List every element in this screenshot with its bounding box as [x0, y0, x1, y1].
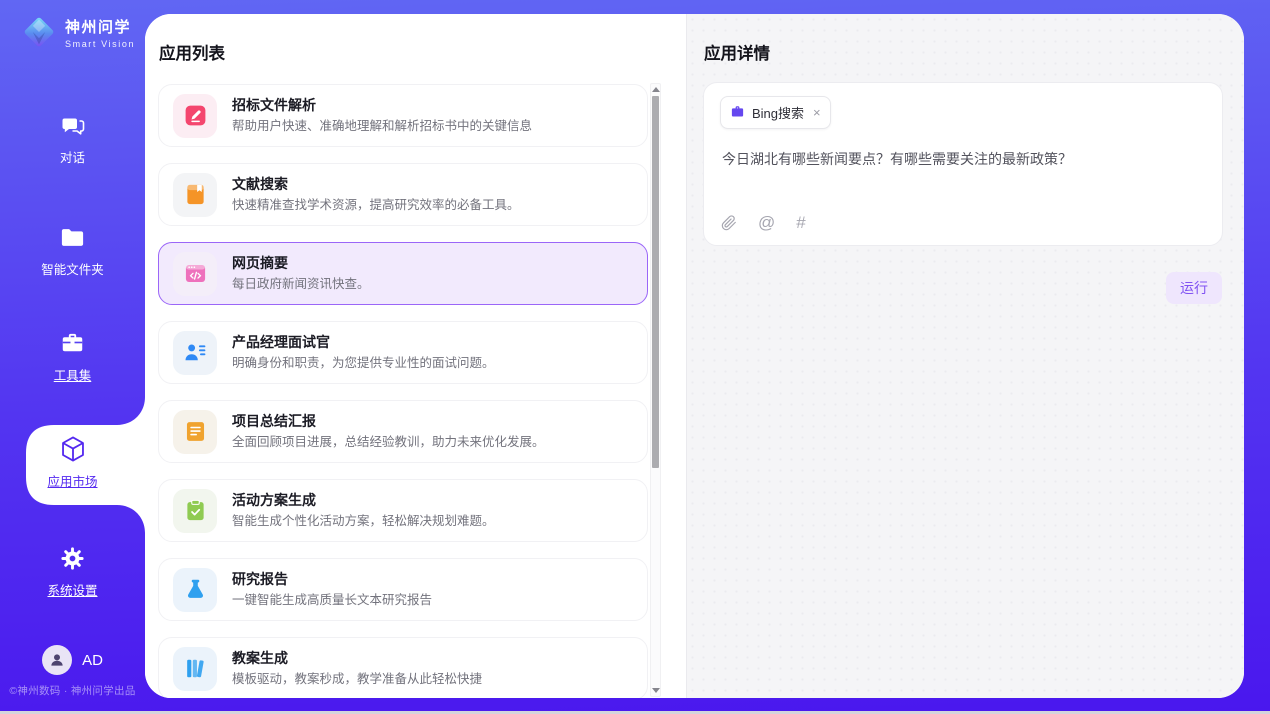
app-detail-pane: 应用详情 Bing搜索 × 今日湖北有哪些新闻要点？有哪些需要关注的最新政策？ …	[686, 14, 1244, 698]
edit-doc-icon	[173, 94, 217, 138]
sidebar-item-app-market[interactable]: 应用市场	[0, 434, 145, 490]
app-card-research-report[interactable]: 研究报告一键智能生成高质量长文本研究报告	[158, 558, 648, 621]
app-card-web-summary[interactable]: 网页摘要每日政府新闻资讯快查。	[158, 242, 648, 305]
toolbox-icon	[59, 328, 86, 358]
run-button[interactable]: 运行	[1166, 272, 1222, 304]
sidebar-item-chat[interactable]: 对话	[0, 110, 145, 166]
books-icon	[173, 647, 217, 691]
app-card-title: 网页摘要	[232, 256, 370, 270]
app-card-event-plan[interactable]: 活动方案生成智能生成个性化活动方案，轻松解决规划难题。	[158, 479, 648, 542]
prompt-input[interactable]: 今日湖北有哪些新闻要点？有哪些需要关注的最新政策？	[722, 150, 1204, 170]
tag-close-icon[interactable]: ×	[813, 105, 821, 120]
sidebar: 神州问学 Smart Vision 对话智能文件夹工具集应用市场系统设置 AD …	[0, 0, 145, 711]
research-icon	[173, 568, 217, 612]
app-card-desc: 智能生成个性化活动方案，轻松解决规划难题。	[232, 514, 495, 529]
app-card-title: 活动方案生成	[232, 493, 495, 507]
app-card-bid-analysis[interactable]: 招标文件解析帮助用户快速、准确地理解和解析招标书中的关键信息	[158, 84, 648, 147]
chat-icon	[59, 110, 87, 140]
app-detail-title: 应用详情	[704, 40, 770, 64]
brand-subtitle: Smart Vision	[65, 39, 135, 49]
sidebar-item-label: 智能文件夹	[41, 259, 104, 278]
app-list-pane: 应用列表 招标文件解析帮助用户快速、准确地理解和解析招标书中的关键信息文献搜索快…	[145, 14, 686, 698]
brand-name: 神州问学	[65, 20, 135, 37]
paperclip-icon[interactable]	[721, 215, 737, 231]
prompt-card: Bing搜索 × 今日湖北有哪些新闻要点？有哪些需要关注的最新政策？ @#	[703, 82, 1223, 246]
sidebar-item-label: 应用市场	[47, 471, 97, 490]
app-list-title: 应用列表	[159, 40, 225, 64]
app-card-title: 招标文件解析	[232, 98, 532, 112]
app-card-desc: 帮助用户快速、准确地理解和解析招标书中的关键信息	[232, 119, 532, 134]
app-card-literature-search[interactable]: 文献搜索快速精准查找学术资源，提高研究效率的必备工具。	[158, 163, 648, 226]
main-panel: 应用列表 招标文件解析帮助用户快速、准确地理解和解析招标书中的关键信息文献搜索快…	[145, 14, 1244, 698]
attachment-toolbar: @#	[721, 214, 806, 231]
app-card-project-summary[interactable]: 项目总结汇报全面回顾项目进展，总结经验教训，助力未来优化发展。	[158, 400, 648, 463]
interview-icon	[173, 331, 217, 375]
scrollbar[interactable]	[650, 83, 661, 697]
app-card-title: 项目总结汇报	[232, 414, 545, 428]
app-card-title: 教案生成	[232, 651, 482, 665]
scrollbar-thumb[interactable]	[652, 96, 659, 468]
tool-tag-label: Bing搜索	[752, 103, 804, 122]
brand-logo: 神州问学 Smart Vision	[20, 13, 135, 56]
briefcase-icon	[730, 104, 745, 122]
app-card-pm-interviewer[interactable]: 产品经理面试官明确身份和职责，为您提供专业性的面试问题。	[158, 321, 648, 384]
app-cards: 招标文件解析帮助用户快速、准确地理解和解析招标书中的关键信息文献搜索快速精准查找…	[158, 84, 648, 698]
brand-diamond-icon	[20, 13, 58, 56]
sidebar-item-label: 对话	[60, 147, 85, 166]
app-card-desc: 每日政府新闻资讯快查。	[232, 277, 370, 292]
sidebar-item-smart-folder[interactable]: 智能文件夹	[0, 222, 145, 278]
clipboard-check-icon	[173, 489, 217, 533]
app-card-lesson-plan[interactable]: 教案生成模板驱动，教案秒成，教学准备从此轻松快捷	[158, 637, 648, 698]
cube-icon	[58, 434, 88, 464]
sidebar-item-label: 工具集	[54, 365, 92, 384]
browser-icon	[173, 252, 217, 296]
avatar	[42, 645, 72, 675]
book-icon	[173, 173, 217, 217]
memo-icon	[173, 410, 217, 454]
sidebar-item-label: 系统设置	[47, 580, 97, 599]
app-card-title: 产品经理面试官	[232, 335, 495, 349]
app-frame: 神州问学 Smart Vision 对话智能文件夹工具集应用市场系统设置 AD …	[0, 0, 1270, 711]
app-card-desc: 快速精准查找学术资源，提高研究效率的必备工具。	[232, 198, 520, 213]
hash-icon[interactable]: #	[796, 214, 805, 231]
user-name: AD	[82, 652, 103, 669]
person-icon	[48, 651, 66, 669]
folder-icon	[59, 222, 86, 252]
scroll-up-icon[interactable]	[652, 87, 660, 92]
scroll-down-icon[interactable]	[652, 688, 660, 693]
app-card-desc: 明确身份和职责，为您提供专业性的面试问题。	[232, 356, 495, 371]
app-card-title: 研究报告	[232, 572, 432, 586]
app-card-desc: 模板驱动，教案秒成，教学准备从此轻松快捷	[232, 672, 482, 687]
sidebar-footer: ©神州数码 · 神州问学出品	[0, 683, 145, 698]
gear-icon	[59, 543, 86, 573]
mention-icon[interactable]: @	[758, 214, 775, 231]
sidebar-item-toolset[interactable]: 工具集	[0, 328, 145, 384]
user-account[interactable]: AD	[0, 645, 145, 675]
app-card-desc: 一键智能生成高质量长文本研究报告	[232, 593, 432, 608]
tool-tag[interactable]: Bing搜索 ×	[720, 96, 831, 129]
app-card-title: 文献搜索	[232, 177, 520, 191]
sidebar-item-system-settings[interactable]: 系统设置	[0, 543, 145, 599]
app-card-desc: 全面回顾项目进展，总结经验教训，助力未来优化发展。	[232, 435, 545, 450]
